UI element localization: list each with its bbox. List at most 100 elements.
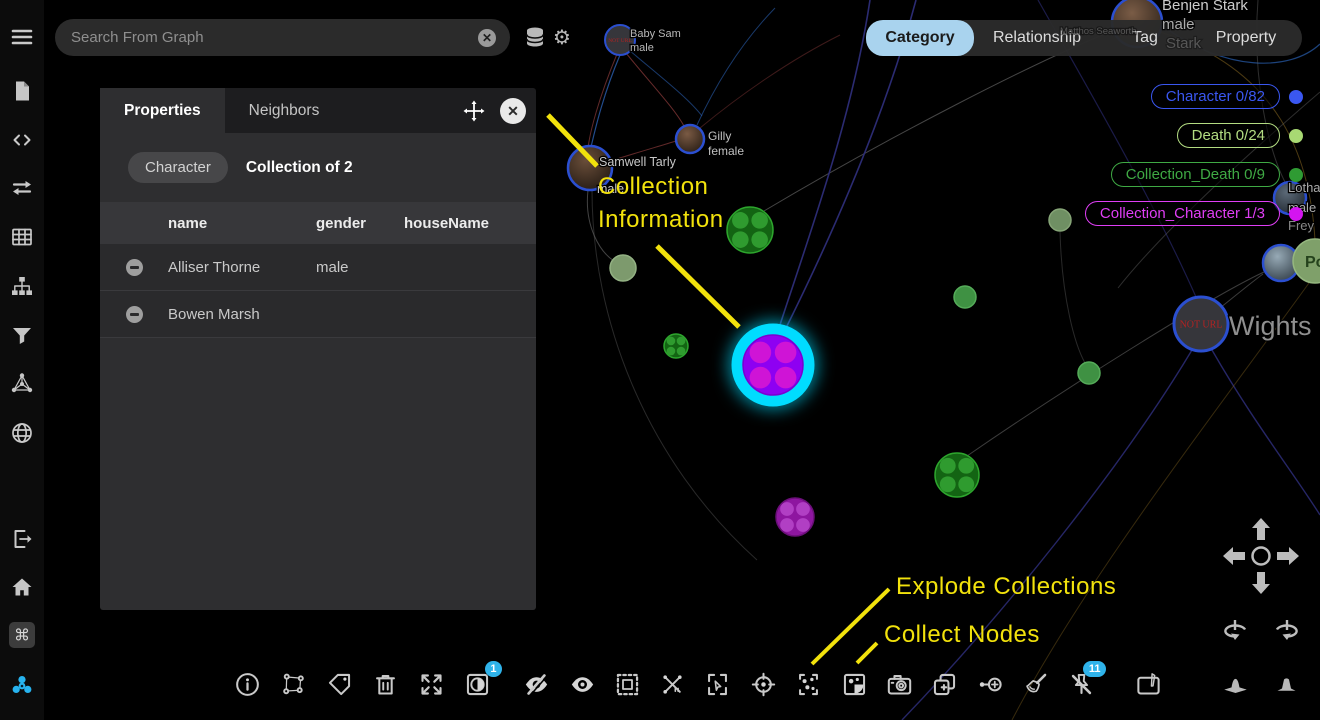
category-badge: Character [128, 152, 228, 183]
legend-dot[interactable] [1289, 129, 1303, 143]
table-header-row: namegenderhouseName [100, 202, 536, 244]
globe-icon[interactable] [9, 420, 35, 446]
search-input[interactable] [69, 28, 478, 47]
expand-arrows-icon[interactable] [415, 668, 447, 700]
svg-text:⚙: ⚙ [553, 25, 571, 49]
tab-tag[interactable]: Tag [1100, 20, 1190, 56]
clear-search-icon[interactable]: ✕ [478, 29, 496, 47]
close-icon: ✕ [507, 104, 519, 118]
count-badge: 11 [1083, 661, 1106, 677]
column-header-gender: gender [316, 202, 404, 244]
graph-node-collection-green-small[interactable] [664, 334, 688, 358]
svg-text:Poll: Poll [1305, 254, 1320, 271]
settings-gear-icon[interactable]: ⚙ [550, 25, 576, 51]
duplicate-add-icon[interactable] [928, 668, 960, 700]
close-panel-button[interactable]: ✕ [500, 98, 526, 124]
locate-target-icon[interactable] [747, 668, 779, 700]
camera-icon[interactable] [883, 668, 915, 700]
filter-icon[interactable] [9, 322, 35, 348]
remove-row-icon[interactable] [126, 306, 143, 323]
swap-arrows-icon[interactable] [9, 175, 35, 201]
panel-body: Character Collection of 2 namegenderhous… [100, 133, 536, 610]
column-header-name: name [168, 202, 316, 244]
code-icon[interactable] [9, 127, 35, 153]
network-icon[interactable] [9, 370, 35, 396]
legend-pill[interactable]: Character 0/82 [1151, 84, 1280, 109]
rotate-right-icon[interactable] [1277, 620, 1297, 640]
area-cursor-icon[interactable] [701, 668, 733, 700]
brush-icon[interactable] [1019, 668, 1051, 700]
count-badge: 1 [485, 661, 502, 677]
graph-node-olive-node-b[interactable] [1049, 209, 1071, 231]
move-panel-icon[interactable] [462, 99, 486, 123]
trash-icon[interactable] [369, 668, 401, 700]
info-icon[interactable] [231, 668, 263, 700]
graph-node-collection-green-a[interactable] [727, 207, 773, 253]
graph-node-green-node-b[interactable] [1078, 362, 1100, 384]
tab-property[interactable]: Property [1190, 20, 1302, 56]
sitemap-icon[interactable] [9, 273, 35, 299]
graph-node-gilly[interactable] [676, 125, 704, 153]
svg-text:NOT URL: NOT URL [608, 38, 632, 44]
tab-neighbors[interactable]: Neighbors [225, 88, 344, 133]
add-relation-icon[interactable] [974, 668, 1006, 700]
table-row[interactable]: Bowen Marsh [100, 291, 536, 338]
node-group-icon[interactable] [277, 668, 309, 700]
svg-text:NOT URL: NOT URL [1180, 320, 1223, 331]
graph-node-olive-node-a[interactable] [610, 255, 636, 281]
tab-category[interactable]: Category [866, 20, 974, 56]
graph-node-collection-green-b[interactable] [935, 453, 979, 497]
pan-center-button[interactable] [1253, 548, 1270, 565]
legend-row: Character 0/82 [1085, 83, 1320, 110]
table-cell [316, 291, 404, 338]
marquee-select-icon[interactable] [611, 668, 643, 700]
legend-pill[interactable]: Collection_Character 1/3 [1085, 201, 1280, 226]
pan-left-button[interactable] [1223, 547, 1245, 565]
legend-row: Collection_Character 1/3 [1085, 200, 1320, 227]
rotate-left-icon[interactable] [1225, 620, 1245, 640]
cut-links-icon[interactable] [656, 668, 688, 700]
graph-node-green-node-a[interactable] [954, 286, 976, 308]
unpin-icon[interactable]: 11 [1065, 668, 1097, 700]
menu-icon[interactable] [9, 24, 35, 50]
sidebar: ⌘ [0, 0, 44, 720]
graph-node-collection-magenta[interactable] [776, 498, 814, 536]
pan-down-button[interactable] [1252, 572, 1270, 594]
search-bar[interactable]: ✕ [55, 19, 510, 56]
legend-dot[interactable] [1289, 90, 1303, 104]
tab-relationship[interactable]: Relationship [974, 20, 1100, 56]
tag-icon[interactable] [323, 668, 355, 700]
data-table-icon[interactable] [9, 224, 35, 250]
view-mode-tabs: CategoryRelationshipTagProperty [866, 20, 1302, 56]
eye-icon[interactable] [566, 668, 598, 700]
legend-row: Collection_Death 0/9 [1085, 161, 1320, 188]
fan-logo-icon[interactable] [9, 673, 35, 699]
graph-node-selected-collection[interactable] [737, 329, 809, 401]
collect-nodes-icon[interactable] [792, 668, 824, 700]
note-pen-icon[interactable] [1132, 668, 1164, 700]
layout-valley-icon[interactable] [1219, 668, 1251, 700]
sign-out-icon[interactable] [9, 526, 35, 552]
database-icon[interactable] [523, 25, 549, 51]
table-cell [404, 244, 536, 291]
explode-collection-icon[interactable] [838, 668, 870, 700]
graph-node-wights[interactable]: NOT URL [1174, 297, 1228, 351]
file-icon[interactable] [9, 78, 35, 104]
command-icon[interactable]: ⌘ [9, 622, 35, 648]
eye-off-icon[interactable] [520, 668, 552, 700]
pan-right-button[interactable] [1277, 547, 1299, 565]
layout-hill-icon[interactable] [1270, 668, 1302, 700]
tab-properties[interactable]: Properties [100, 88, 225, 133]
legend-pill[interactable]: Death 0/24 [1177, 123, 1280, 148]
legend-dot[interactable] [1289, 207, 1303, 221]
legend-dot[interactable] [1289, 168, 1303, 182]
table-row[interactable]: Alliser Thornemale [100, 244, 536, 291]
graph-label: Baby Sam [630, 28, 681, 40]
home-icon[interactable] [9, 574, 35, 600]
graph-node-polliver[interactable]: Poll [1293, 239, 1320, 283]
legend-pill[interactable]: Collection_Death 0/9 [1111, 162, 1280, 187]
remove-row-icon[interactable] [126, 259, 143, 276]
properties-panel: Properties Neighbors ✕ Character Collect… [100, 88, 536, 610]
contrast-icon[interactable]: 1 [461, 668, 493, 700]
pan-up-button[interactable] [1252, 518, 1270, 540]
